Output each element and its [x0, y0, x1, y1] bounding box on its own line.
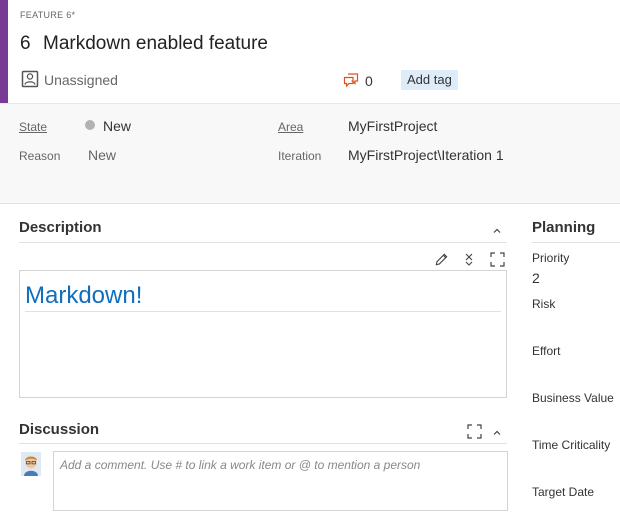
priority-label: Priority — [532, 251, 570, 265]
discussion-section-title: Discussion — [19, 421, 100, 438]
chevron-up-icon[interactable] — [489, 425, 505, 441]
work-item-type-label: FEATURE 6* — [20, 10, 76, 20]
pencil-icon[interactable] — [433, 251, 449, 267]
area-field[interactable]: MyFirstProject — [348, 118, 437, 134]
priority-field[interactable]: 2 — [532, 270, 540, 286]
chevron-up-icon[interactable] — [489, 223, 505, 239]
work-item-type-color-bar — [0, 0, 8, 103]
heading-rule — [25, 311, 501, 312]
risk-label: Risk — [532, 297, 556, 311]
planning-divider — [532, 242, 620, 243]
effort-label: Effort — [532, 344, 561, 358]
comment-placeholder: Add a comment. Use # to link a work item… — [60, 458, 421, 472]
state-label: State — [19, 120, 48, 134]
assigned-to-field[interactable]: Unassigned — [44, 72, 118, 88]
state-indicator — [85, 120, 95, 130]
discussion-divider — [19, 443, 507, 444]
iteration-label: Iteration — [278, 149, 322, 163]
iteration-field[interactable]: MyFirstProject\Iteration 1 — [348, 147, 504, 163]
description-section-title: Description — [19, 219, 102, 236]
work-item-title[interactable]: Markdown enabled feature — [43, 33, 268, 55]
work-item-id: 6 — [20, 33, 31, 54]
add-tag-button[interactable]: Add tag — [401, 70, 458, 90]
business-value-label: Business Value — [532, 391, 614, 405]
description-content-heading: Markdown! — [25, 282, 143, 309]
close-icon[interactable] — [461, 251, 477, 267]
person-icon[interactable] — [21, 70, 39, 88]
reason-field[interactable]: New — [88, 147, 116, 163]
avatar — [21, 452, 41, 476]
reason-label: Reason — [19, 149, 61, 163]
description-divider — [19, 242, 507, 243]
state-field[interactable]: New — [103, 118, 131, 134]
area-label: Area — [278, 120, 304, 134]
target-date-label: Target Date — [532, 485, 595, 499]
comment-count[interactable]: 0 — [365, 73, 373, 89]
comment-icon[interactable] — [343, 72, 359, 88]
fullscreen-icon[interactable] — [466, 423, 482, 439]
planning-section-title: Planning — [532, 219, 596, 236]
fullscreen-icon[interactable] — [489, 251, 505, 267]
time-criticality-label: Time Criticality — [532, 438, 611, 452]
